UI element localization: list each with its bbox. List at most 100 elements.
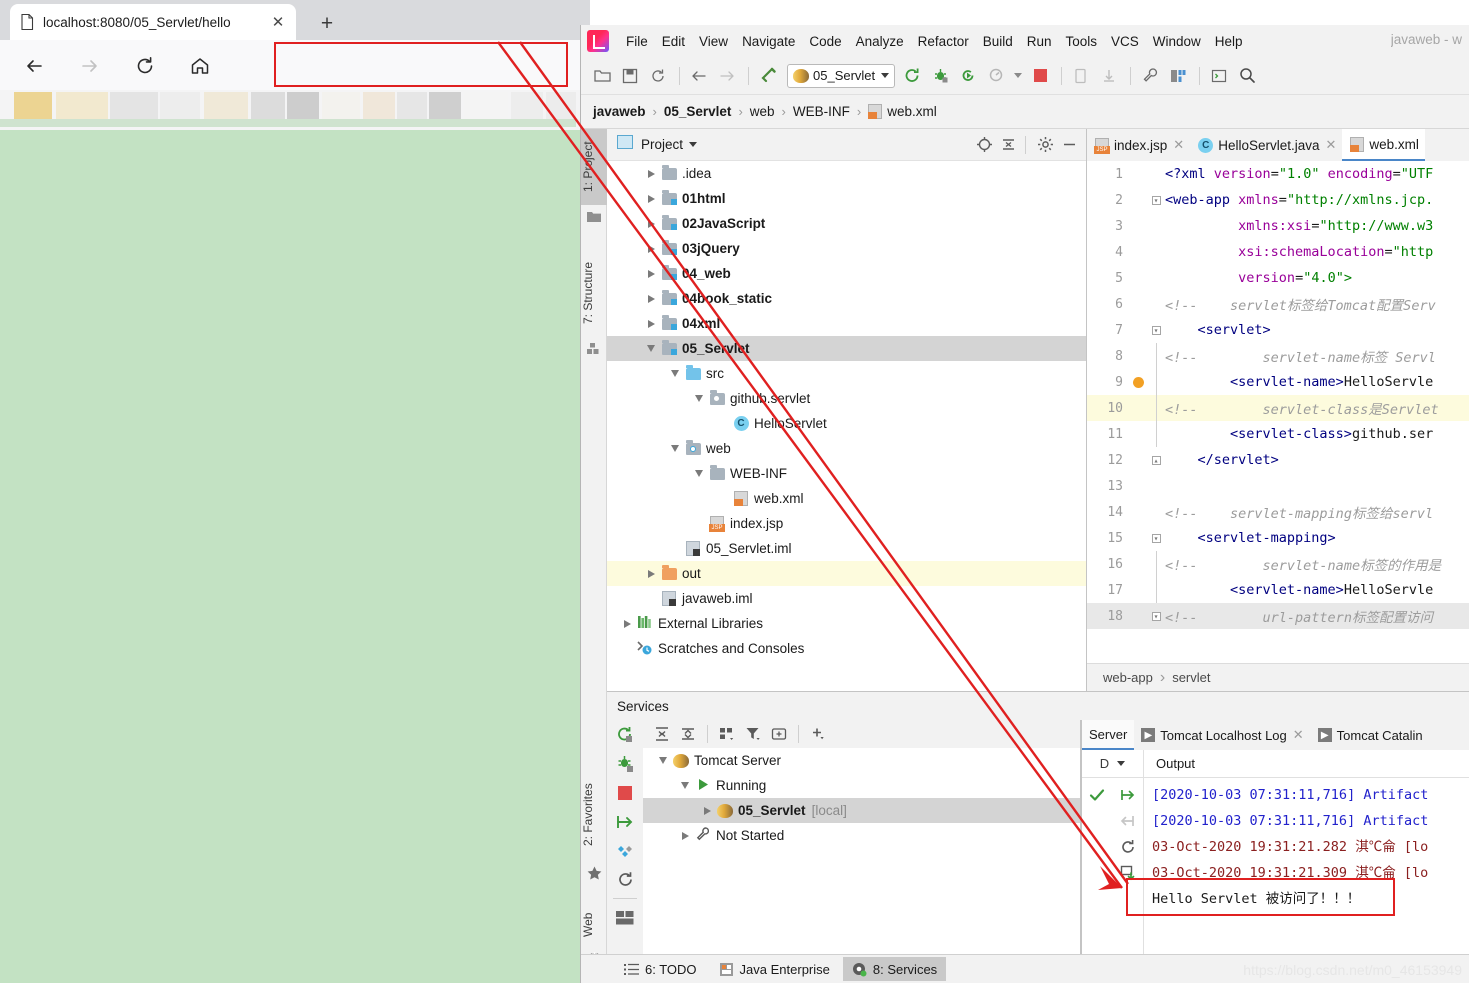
services-tree-row[interactable]: Not Started: [643, 823, 1080, 848]
tree-arrow[interactable]: [677, 831, 693, 840]
expand-arrow-icon[interactable]: [647, 294, 655, 303]
back-icon[interactable]: [18, 50, 50, 82]
profile-icon[interactable]: [983, 63, 1009, 89]
tree-arrow[interactable]: [643, 169, 659, 178]
collapse-arrow-icon[interactable]: [659, 757, 667, 764]
fold-collapse-icon[interactable]: ▾: [1151, 325, 1161, 335]
project-tree-row[interactable]: 04book_static: [607, 286, 1086, 311]
expand-arrow-icon[interactable]: [647, 269, 655, 278]
back-icon[interactable]: [686, 63, 712, 89]
forward-icon[interactable]: [74, 50, 106, 82]
fold-collapse-icon[interactable]: ▾: [1151, 533, 1161, 543]
new-tab-button[interactable]: +: [312, 9, 342, 37]
undeploy-arrow-icon[interactable]: [1113, 813, 1144, 829]
tree-arrow[interactable]: [643, 569, 659, 578]
build-hammer-icon[interactable]: [755, 63, 781, 89]
run-with-coverage-icon[interactable]: [955, 63, 981, 89]
project-tree-row[interactable]: External Libraries: [607, 611, 1086, 636]
scroll-from-source-icon[interactable]: [973, 134, 995, 156]
close-icon[interactable]: ✕: [1326, 137, 1337, 153]
project-tree[interactable]: .idea 01html 02JavaScript 03jQuery 04_web 04b…: [607, 161, 1086, 691]
console-tab[interactable]: ▶ Tomcat Localhost Log ✕: [1134, 720, 1310, 750]
chevron-down-icon[interactable]: [1011, 63, 1025, 89]
project-tree-row[interactable]: 04_web: [607, 261, 1086, 286]
refresh-icon[interactable]: [607, 865, 643, 894]
tree-arrow[interactable]: [643, 244, 659, 253]
expand-all-icon[interactable]: [649, 722, 675, 746]
editor-code-view[interactable]: 1 <?xml version="1.0" encoding="UTF 2 ▾ <web…: [1087, 161, 1469, 663]
run-configuration-selector[interactable]: 05_Servlet: [787, 63, 896, 88]
collapse-arrow-icon[interactable]: [671, 370, 679, 377]
project-tree-row[interactable]: out: [607, 561, 1086, 586]
expand-arrow-icon[interactable]: [647, 569, 655, 578]
close-icon[interactable]: ✕: [268, 12, 288, 32]
project-tree-row[interactable]: 01html: [607, 186, 1086, 211]
menu-view[interactable]: View: [692, 31, 735, 52]
breadcrumb-web[interactable]: web: [750, 104, 775, 119]
expand-arrow-icon[interactable]: [647, 219, 655, 228]
sidebar-item-project[interactable]: 1: Project: [581, 129, 607, 205]
project-tree-row[interactable]: 02JavaScript: [607, 211, 1086, 236]
project-structure-icon[interactable]: [1165, 63, 1191, 89]
terminal-icon[interactable]: [1206, 63, 1232, 89]
home-icon[interactable]: [184, 50, 216, 82]
editor-tab[interactable]: C HelloServlet.java ✕: [1190, 129, 1342, 161]
collapse-arrow-icon[interactable]: [695, 395, 703, 402]
project-tree-row[interactable]: javaweb.iml: [607, 586, 1086, 611]
console-tab-bar[interactable]: Server ▶ Tomcat Localhost Log ✕ ▶ Tomcat Cata…: [1082, 720, 1469, 750]
expand-arrow-icon[interactable]: [647, 169, 655, 178]
editor-tab[interactable]: index.jsp ✕: [1087, 129, 1190, 161]
group-by-icon[interactable]: [714, 722, 740, 746]
chevron-down-icon[interactable]: [689, 142, 698, 147]
console-filter-control[interactable]: D: [1082, 749, 1144, 778]
project-tree-row[interactable]: 03jQuery: [607, 236, 1086, 261]
hide-panel-icon[interactable]: [1058, 134, 1080, 156]
expand-arrow-icon[interactable]: [647, 319, 655, 328]
expand-arrow-icon[interactable]: [681, 831, 689, 840]
rerun-icon[interactable]: [607, 720, 643, 749]
menu-vcs[interactable]: VCS: [1104, 31, 1146, 52]
project-tree-row[interactable]: index.jsp: [607, 511, 1086, 536]
services-tree-row[interactable]: Running: [643, 773, 1080, 798]
stop-icon[interactable]: [1027, 63, 1053, 89]
search-icon[interactable]: [1234, 63, 1260, 89]
expand-arrow-icon[interactable]: [703, 806, 711, 815]
menu-code[interactable]: Code: [802, 31, 848, 52]
sync-icon[interactable]: [645, 63, 671, 89]
editor-tab[interactable]: web.xml: [1342, 129, 1425, 161]
expand-arrow-icon[interactable]: [647, 194, 655, 203]
menu-navigate[interactable]: Navigate: [735, 31, 802, 52]
add-service-icon[interactable]: [805, 722, 831, 746]
sidebar-item-structure[interactable]: 7: Structure: [581, 247, 607, 339]
update-app-icon[interactable]: [1068, 63, 1094, 89]
project-tree-row[interactable]: Scratches and Consoles: [607, 636, 1086, 661]
add-tab-icon[interactable]: [766, 722, 792, 746]
project-tree-row[interactable]: 04xml: [607, 311, 1086, 336]
status-button-todo[interactable]: 6: TODO: [615, 957, 706, 981]
menu-help[interactable]: Help: [1208, 31, 1250, 52]
run-icon[interactable]: [899, 63, 925, 89]
project-tree-row[interactable]: github.servlet: [607, 386, 1086, 411]
console-tab[interactable]: Server: [1082, 720, 1135, 750]
menu-refactor[interactable]: Refactor: [911, 31, 976, 52]
services-tree[interactable]: Tomcat Server Running 05_Servlet [local] Not…: [643, 748, 1080, 848]
project-tree-row[interactable]: WEB-INF: [607, 461, 1086, 486]
project-tree-row[interactable]: 05_Servlet: [607, 336, 1086, 361]
collapse-arrow-icon[interactable]: [695, 470, 703, 477]
tree-arrow[interactable]: [667, 445, 683, 452]
editor-tab-bar[interactable]: index.jsp ✕ CHelloServlet.java ✕ web.xml: [1087, 129, 1469, 161]
menu-run[interactable]: Run: [1020, 31, 1059, 52]
project-tree-row[interactable]: src: [607, 361, 1086, 386]
collapse-all-icon[interactable]: [997, 134, 1019, 156]
close-icon[interactable]: ✕: [1293, 727, 1304, 743]
status-button-services[interactable]: 8: Services: [842, 957, 947, 981]
deploy-arrow-icon[interactable]: [1113, 787, 1144, 803]
intention-bulb-icon[interactable]: [1132, 376, 1144, 388]
project-tree-row[interactable]: .idea: [607, 161, 1086, 186]
collapse-arrow-icon[interactable]: [671, 445, 679, 452]
refresh-icon[interactable]: [1113, 839, 1144, 855]
deploy-icon[interactable]: [1096, 63, 1122, 89]
menu-tools[interactable]: Tools: [1059, 31, 1105, 52]
save-all-icon[interactable]: [617, 63, 643, 89]
menu-analyze[interactable]: Analyze: [849, 31, 911, 52]
